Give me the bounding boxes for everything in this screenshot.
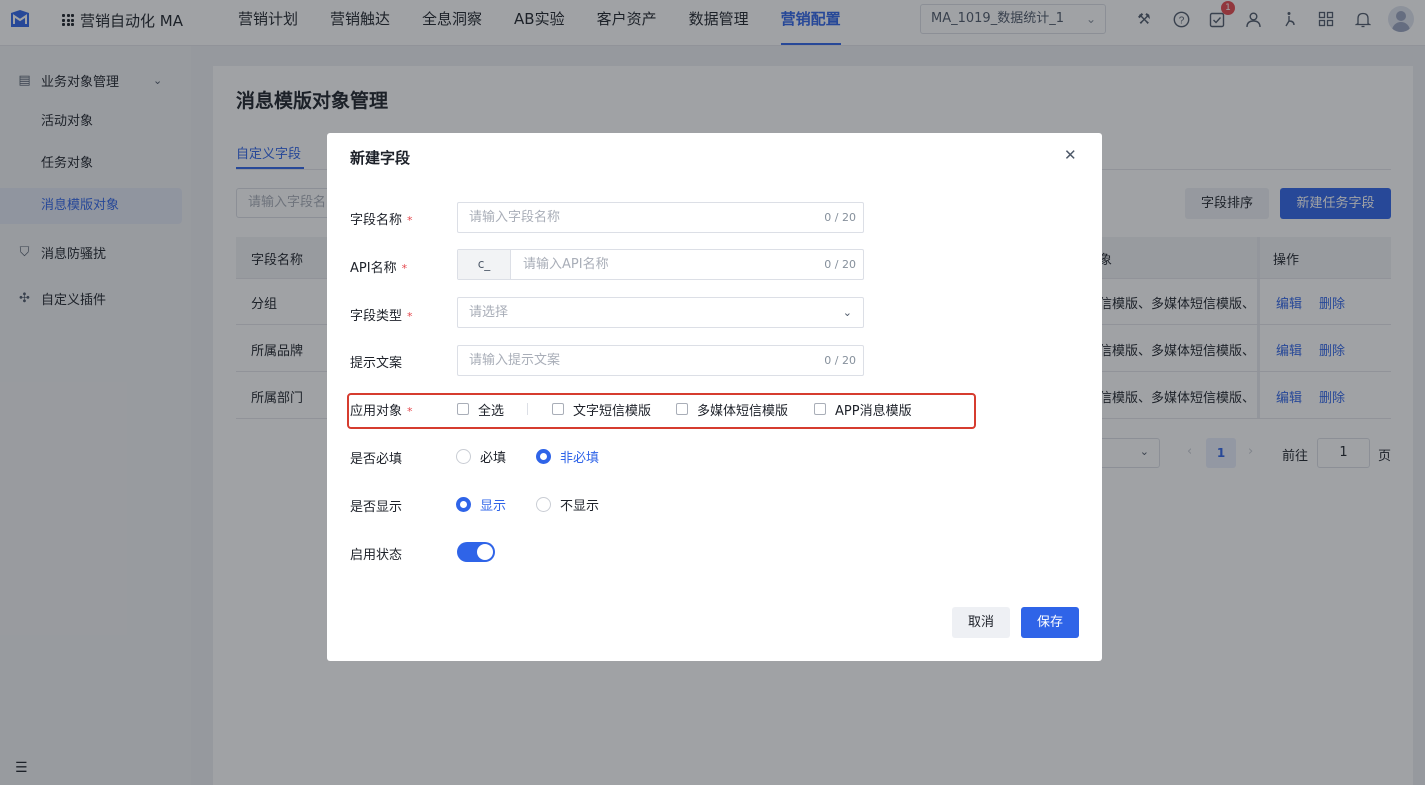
chevron-down-icon: ⌄: [842, 306, 852, 319]
checkbox-label: APP消息模版: [835, 403, 912, 419]
radio-label: 非必填: [560, 450, 600, 466]
field-name-char-count: 0 / 20: [824, 211, 856, 224]
checkbox-box: [814, 403, 826, 415]
checkbox-box: [552, 403, 564, 415]
checkbox-box: [457, 403, 469, 415]
cancel-button[interactable]: 取消: [952, 607, 1010, 638]
display-no-radio[interactable]: 不显示: [536, 496, 600, 514]
hint-text-placeholder: 请输入提示文案: [469, 353, 561, 368]
enabled-label: 启用状态: [350, 548, 403, 563]
api-name-prefix: c_: [458, 250, 511, 279]
radio-circle: [456, 448, 471, 464]
text-sms-template-checkbox[interactable]: 文字短信模版: [552, 402, 652, 419]
dialog-title: 新建字段: [350, 149, 411, 167]
field-type-select[interactable]: 请选择 ⌄: [457, 297, 864, 328]
field-name-label: 字段名称 *: [350, 209, 413, 228]
checkbox-label: 文字短信模版: [573, 403, 652, 419]
field-type-placeholder: 请选择: [469, 305, 509, 320]
api-name-input[interactable]: c_ 请输入API名称 0 / 20: [457, 249, 864, 280]
api-name-label: API名称 *: [350, 257, 407, 276]
radio-circle: [536, 496, 551, 512]
hint-text-label: 提示文案: [350, 356, 403, 371]
display-yes-radio[interactable]: 显示: [456, 496, 507, 514]
required-label: 是否必填: [350, 452, 403, 467]
app-message-template-checkbox[interactable]: APP消息模版: [814, 402, 912, 419]
enabled-toggle[interactable]: [457, 542, 495, 562]
save-button[interactable]: 保存: [1021, 607, 1079, 638]
apply-target-label-text: 应用对象: [350, 404, 403, 419]
close-icon[interactable]: ✕: [1064, 146, 1077, 164]
field-name-input[interactable]: 请输入字段名称 0 / 20: [457, 202, 864, 233]
required-mark: *: [407, 405, 413, 418]
api-name-char-count: 0 / 20: [824, 258, 856, 271]
field-name-placeholder: 请输入字段名称: [469, 210, 561, 225]
api-name-placeholder: 请输入API名称: [523, 257, 609, 272]
new-field-dialog: 新建字段 ✕ 字段名称 * 请输入字段名称 0 / 20 API名称 * c_ 请输…: [327, 133, 1102, 661]
radio-circle: [456, 496, 471, 512]
required-yes-radio[interactable]: 必填: [456, 448, 507, 466]
display-label: 是否显示: [350, 500, 403, 515]
field-type-label: 字段类型 *: [350, 305, 413, 324]
required-mark: *: [401, 262, 408, 275]
mms-template-checkbox[interactable]: 多媒体短信模版: [676, 402, 789, 419]
radio-label: 显示: [480, 498, 507, 514]
checkbox-label: 多媒体短信模版: [697, 403, 789, 419]
radio-label: 不显示: [560, 498, 600, 514]
field-type-label-text: 字段类型: [350, 309, 403, 324]
checkbox-divider: [527, 403, 528, 415]
apply-target-label: 应用对象 *: [350, 400, 413, 419]
required-mark: *: [407, 310, 413, 323]
toggle-knob: [477, 544, 493, 560]
required-no-radio[interactable]: 非必填: [536, 448, 600, 466]
radio-label: 必填: [480, 450, 507, 466]
hint-text-char-count: 0 / 20: [824, 354, 856, 367]
radio-circle: [536, 448, 551, 464]
required-mark: *: [407, 214, 413, 227]
checkbox-label: 全选: [478, 403, 505, 419]
hint-text-input[interactable]: 请输入提示文案 0 / 20: [457, 345, 864, 376]
field-name-label-text: 字段名称: [350, 213, 403, 228]
select-all-checkbox[interactable]: 全选: [457, 402, 505, 419]
checkbox-box: [676, 403, 688, 415]
api-name-label-text: API名称: [350, 261, 397, 276]
